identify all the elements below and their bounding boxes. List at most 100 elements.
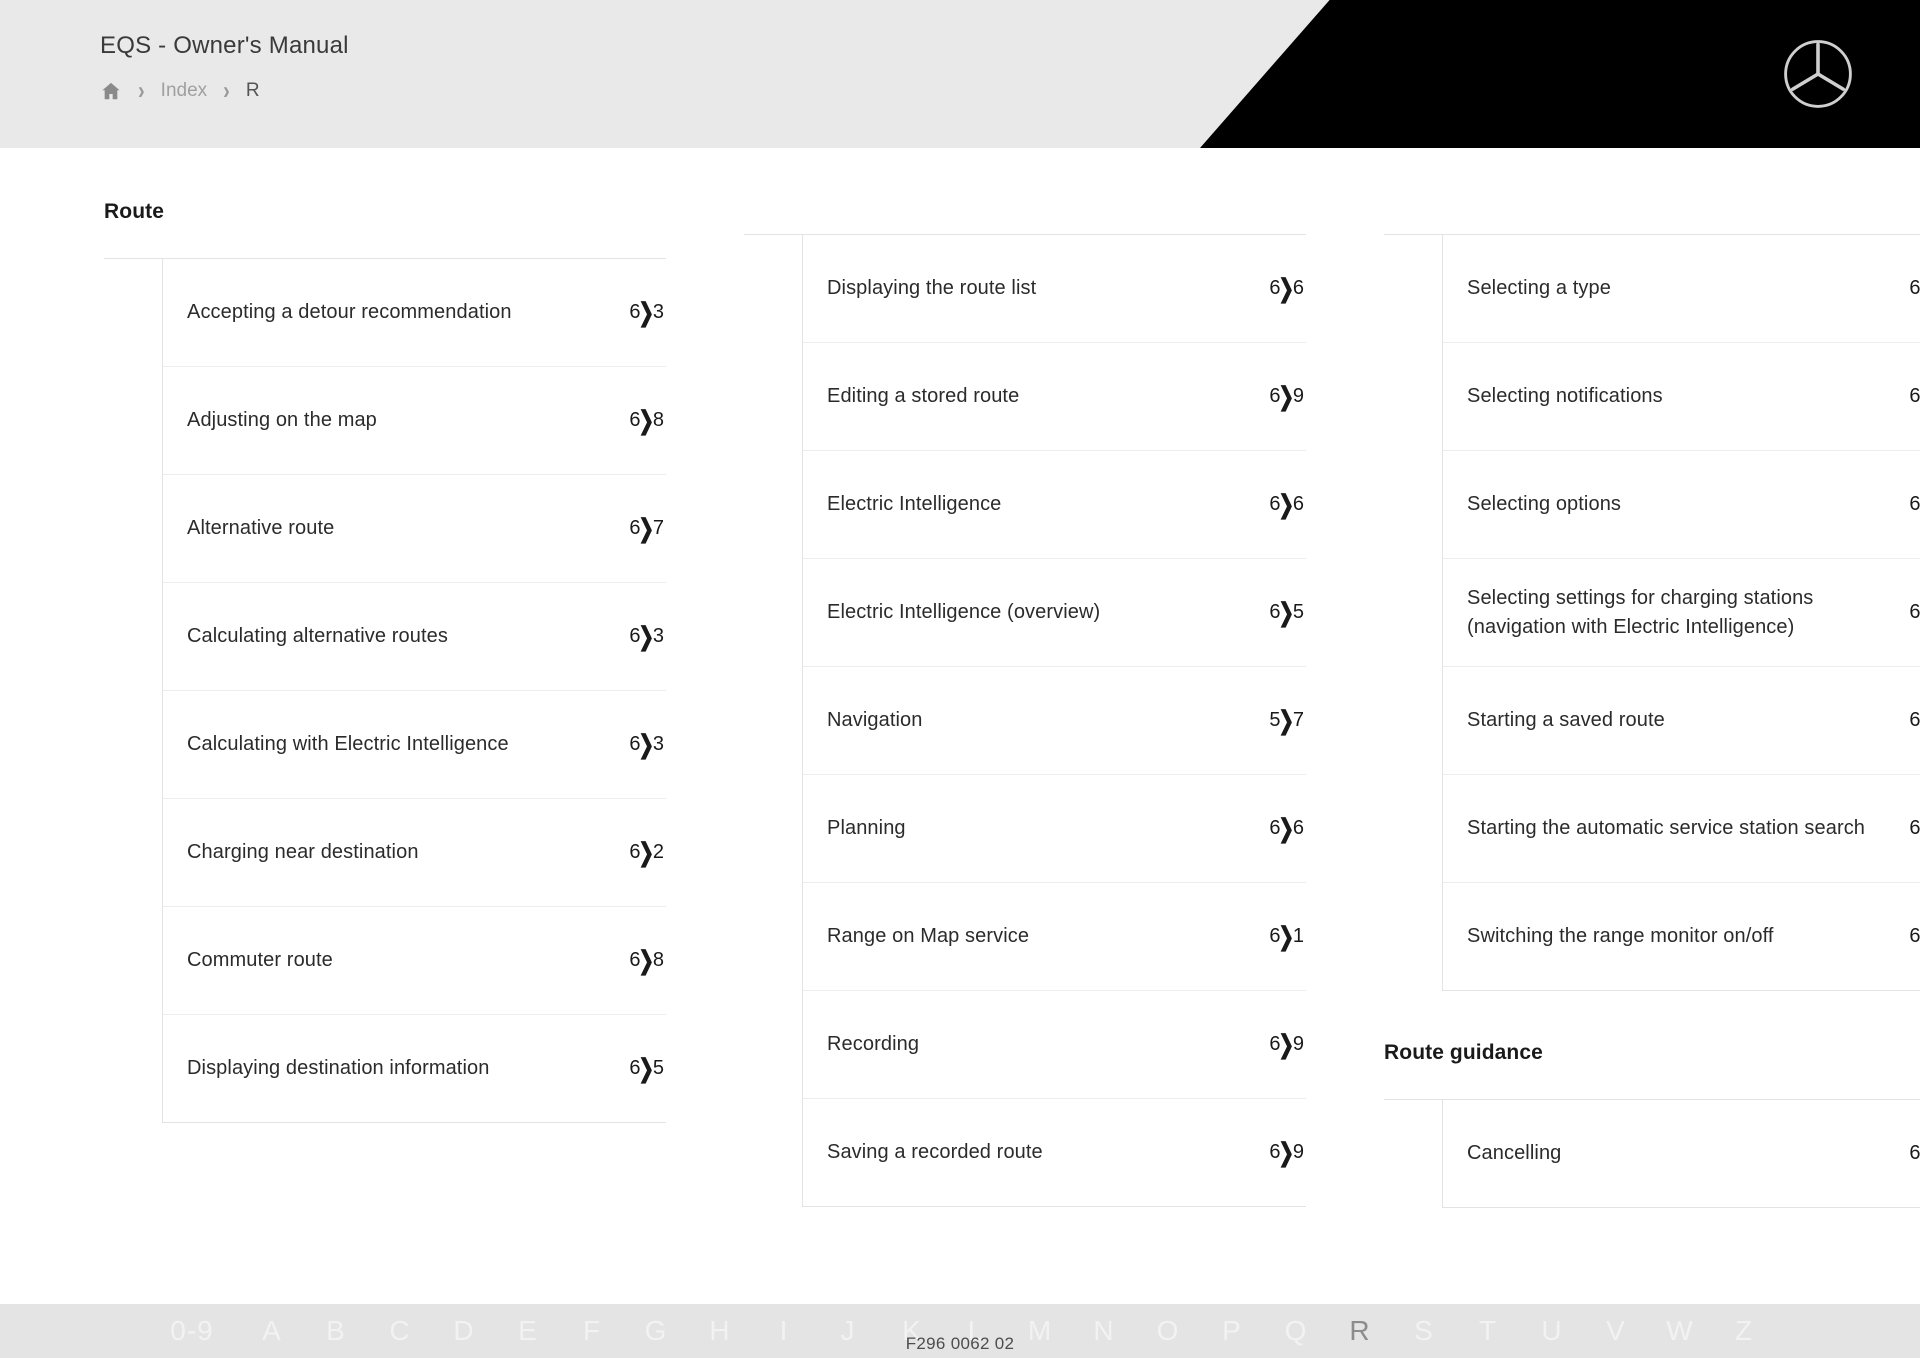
index-entry-label: Planning xyxy=(827,817,906,840)
index-entry-label: Editing a stored route xyxy=(827,385,1020,408)
chevron-right-icon: ❯ xyxy=(1278,273,1295,303)
index-entry[interactable]: Alternative route 6 ❯ 7 xyxy=(162,475,666,583)
index-entry-label: Calculating with Electric Intelligence xyxy=(187,733,509,756)
index-entry-label: Displaying destination information xyxy=(187,1057,490,1080)
index-entry-label: Alternative route xyxy=(187,517,335,540)
index-entry-group: Displaying the route list 6 ❯ 6 Editing a st… xyxy=(744,234,1306,1207)
index-entry-label: Selecting notifications xyxy=(1467,385,1663,408)
chevron-right-icon: ❯ xyxy=(638,297,655,327)
index-entry-label: Range on Map service xyxy=(827,925,1030,948)
index-entry-label: Cancelling xyxy=(1467,1142,1562,1165)
index-entry-label: Electric Intelligence (overview) xyxy=(827,601,1101,624)
index-entry[interactable]: Electric Intelligence (overview) 6 ❯ 5 xyxy=(802,559,1306,667)
page-reference[interactable]: 6❯9 xyxy=(1269,381,1306,411)
index-entry[interactable]: Range on Map service 6 ❯ 1 xyxy=(802,883,1306,991)
page-reference[interactable]: 6❯3 xyxy=(1909,491,1920,516)
index-entry[interactable]: Cancelling 6❯4 xyxy=(1442,1100,1920,1208)
page-reference[interactable]: 6❯9 xyxy=(1909,707,1920,732)
index-entry[interactable]: Recording 6 ❯ 9 xyxy=(802,991,1306,1099)
index-entry[interactable]: Saving a recorded route 6 ❯ 9 xyxy=(802,1099,1306,1207)
index-entry-label: Accepting a detour recommendation xyxy=(187,301,512,324)
index-entry[interactable]: Displaying destination information 6 ❯ 5 xyxy=(162,1015,666,1123)
section-title: Route xyxy=(104,200,164,223)
page-reference[interactable]: 6❯9 xyxy=(1269,1137,1306,1167)
chevron-right-icon: ❯ xyxy=(1278,1137,1295,1167)
page-reference[interactable]: 6❯2 xyxy=(1909,275,1920,300)
index-entry[interactable]: Charging near destination 6 ❯ 2 xyxy=(162,799,666,907)
page-reference[interactable]: 6 ❯ 7 xyxy=(629,515,666,540)
index-entry[interactable]: Calculating alternative routes 6 ❯ 3 xyxy=(162,583,666,691)
page-reference[interactable]: 6❯6 xyxy=(1909,599,1920,624)
index-entry[interactable]: Calculating with Electric Intelligence 6 ❯… xyxy=(162,691,666,799)
page-reference[interactable]: 6❯3 xyxy=(629,623,666,648)
page-reference[interactable]: 6 ❯ 5 xyxy=(629,1055,666,1080)
page-reference[interactable]: 6❯8 xyxy=(629,405,666,435)
alphabet-navigation-bar[interactable]: 0-9 A B C D E F G H I J K L M N O P Q R S T U V W Z F296 0062 02 xyxy=(0,1304,1920,1358)
page-number: 6 xyxy=(1292,277,1304,299)
page-number: 3 xyxy=(652,733,664,755)
index-entry[interactable]: Adjusting on the map 6 ❯ 8 xyxy=(162,367,666,475)
index-entry[interactable]: Selecting settings for charging stations… xyxy=(1442,559,1920,667)
index-entry-group: Selecting a type 6❯2 Selecting notificatio… xyxy=(1384,234,1920,991)
index-entry[interactable]: Selecting notifications 6❯4 xyxy=(1442,343,1920,451)
index-columns: Route Accepting a detour recommendation 6 ❯… xyxy=(0,148,1920,1208)
index-entry[interactable]: Accepting a detour recommendation 6 ❯ 3 xyxy=(162,259,666,367)
index-entry[interactable]: Electric Intelligence 6 ❯ 6 xyxy=(802,451,1306,559)
page-reference[interactable]: 6❯4 xyxy=(1909,1140,1920,1165)
section-title: Route guidance xyxy=(1384,1041,1543,1064)
page-number: 6 xyxy=(1292,493,1304,515)
manual-title: EQS - Owner's Manual xyxy=(100,32,349,59)
breadcrumb-item-index[interactable]: Index xyxy=(161,80,207,102)
chevron-right-icon: ❯ xyxy=(1278,705,1295,735)
index-entry-label: Adjusting on the map xyxy=(187,409,377,432)
page-reference[interactable]: 6❯8 xyxy=(629,947,666,972)
page-reference[interactable]: 6❯9 xyxy=(1269,1031,1306,1056)
page-number: 6 xyxy=(1292,817,1304,839)
page-reference[interactable]: 6❯3 xyxy=(629,297,666,327)
page-reference[interactable]: 6❯8 xyxy=(1909,923,1920,948)
chevron-right-icon: ❯ xyxy=(638,837,655,867)
page-reference[interactable]: 6❯2 xyxy=(629,837,666,867)
chevron-right-icon: ❯ xyxy=(1278,381,1295,411)
page-reference[interactable]: 6❯6 xyxy=(1269,491,1306,516)
index-column-inner: Displaying the route list 6 ❯ 6 Editing a st… xyxy=(744,148,1306,1207)
page-reference[interactable]: 6 ❯ 1 xyxy=(1269,923,1306,948)
page-number: 5 xyxy=(652,1057,664,1079)
index-entry-label: Recording xyxy=(827,1033,920,1056)
home-icon[interactable] xyxy=(100,80,122,102)
page-reference[interactable]: 6❯4 xyxy=(1909,383,1920,408)
index-entry[interactable]: Navigation 5 ❯ 7 xyxy=(802,667,1306,775)
page-number: 7 xyxy=(1292,709,1304,731)
page-reference[interactable]: 6 ❯ 5 xyxy=(1269,597,1306,627)
index-entry[interactable]: Starting the automatic service station s… xyxy=(1442,775,1920,883)
chevron-right-icon: ❯ xyxy=(1278,597,1295,627)
index-entry[interactable]: Switching the range monitor on/off 6❯8 xyxy=(1442,883,1920,991)
chevron-right-icon: ❯ xyxy=(638,405,655,435)
index-entry[interactable]: Selecting options 6❯3 xyxy=(1442,451,1920,559)
index-entry[interactable]: Displaying the route list 6 ❯ 6 xyxy=(802,235,1306,343)
index-entry[interactable]: Starting a saved route 6❯9 xyxy=(1442,667,1920,775)
document-code: F296 0062 02 xyxy=(905,1334,1015,1353)
index-entry[interactable]: Editing a stored route 6 ❯ 9 xyxy=(802,343,1306,451)
page-reference[interactable]: 6❯6 xyxy=(1269,813,1306,843)
page-reference[interactable]: 6❯8 xyxy=(1909,815,1920,840)
index-entry[interactable]: Planning 6 ❯ 6 xyxy=(802,775,1306,883)
index-entry-label: Selecting settings for charging stations… xyxy=(1467,587,1814,638)
index-entry[interactable]: Commuter route 6 ❯ 8 xyxy=(162,907,666,1015)
page-reference[interactable]: 6❯3 xyxy=(629,731,666,756)
index-entry-label: Commuter route xyxy=(187,949,333,972)
header-text-block: EQS - Owner's Manual › Index › R xyxy=(100,32,349,106)
chevron-right-icon: ❯ xyxy=(1278,813,1295,843)
index-entry-group: Cancelling 6❯4 xyxy=(1384,1099,1920,1208)
mercedes-benz-star-icon xyxy=(1782,38,1854,110)
page-reference[interactable]: 5 ❯ 7 xyxy=(1269,705,1306,735)
index-entry-label: Selecting a type xyxy=(1467,277,1611,300)
breadcrumb-separator-1: › xyxy=(138,77,145,105)
breadcrumb-item-current: R xyxy=(245,80,260,101)
page-reference[interactable]: 6❯6 xyxy=(1269,273,1306,303)
index-entry[interactable]: Selecting a type 6❯2 xyxy=(1442,235,1920,343)
index-entry-group: Accepting a detour recommendation 6 ❯ 3 Adju… xyxy=(104,258,666,1123)
index-column-3: Selecting a type 6❯2 Selecting notificatio… xyxy=(1384,148,1920,1208)
